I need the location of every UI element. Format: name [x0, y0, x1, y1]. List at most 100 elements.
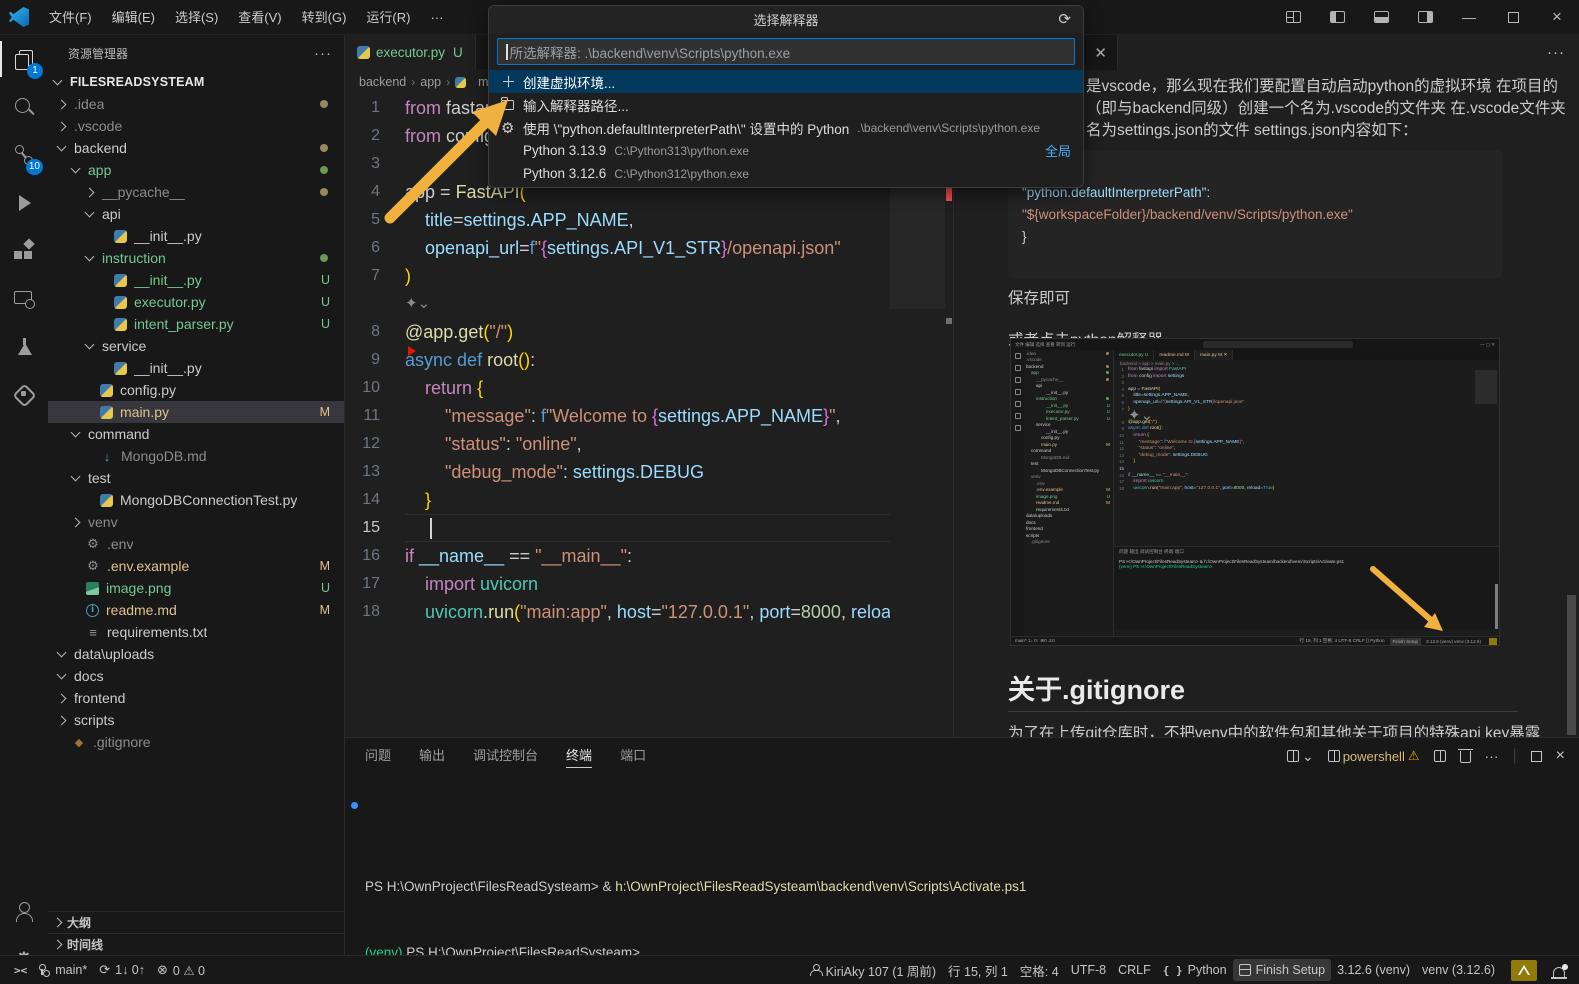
tree-item-executor-py[interactable]: executor.pyU	[48, 291, 344, 313]
tree-item-service[interactable]: service	[48, 335, 344, 357]
tab-executor-py[interactable]: executor.py U	[345, 35, 476, 70]
code-line[interactable]: 13 "debug_mode": settings.DEBUG	[345, 458, 890, 486]
tree-root[interactable]: FILESREADSYSTEAM	[48, 71, 344, 93]
code-line[interactable]: ✦⌄	[345, 290, 890, 318]
code-line[interactable]: 12 "status": "online",	[345, 430, 890, 458]
global-link[interactable]: 全局	[1045, 141, 1071, 160]
status-item-gold[interactable]	[1501, 959, 1547, 981]
activity-testing[interactable]	[0, 323, 48, 371]
quickpick-item[interactable]: ＋创建虚拟环境...	[489, 70, 1083, 93]
tree-item-mongodb-md[interactable]: ↓MongoDB.md	[48, 445, 344, 467]
status-item--4[interactable]: 空格: 4	[1014, 959, 1065, 981]
explorer-more-icon[interactable]: ···	[314, 45, 332, 62]
preview-scrollbar[interactable]	[1567, 595, 1576, 735]
interpreter-input[interactable]: 所选解释器: .\backend\venv\Scripts\python.exe	[497, 38, 1075, 65]
quickpick-item[interactable]: ⚙使用 \"python.defaultInterpreterPath\" 设置…	[489, 116, 1083, 139]
code-line[interactable]: 9async def root():	[345, 346, 890, 374]
quickpick-item[interactable]: 输入解释器路径...	[489, 93, 1083, 116]
tree-item--pycache-[interactable]: __pycache__	[48, 181, 344, 203]
launch-profile-button[interactable]: ⌄	[1287, 748, 1314, 765]
tree-item-mongodbconnectiontest-py[interactable]: MongoDBConnectionTest.py	[48, 489, 344, 511]
tree-item--env[interactable]: ⚙.env	[48, 533, 344, 555]
activity-source-control[interactable]: 10	[0, 131, 48, 179]
timeline-section[interactable]: 时间线	[48, 933, 344, 955]
menu-item[interactable]: 编辑(E)	[102, 0, 165, 35]
maximize-button[interactable]	[1491, 0, 1535, 35]
status-item-python[interactable]: { }Python	[1157, 959, 1233, 981]
layout-customize-button[interactable]	[1271, 0, 1315, 35]
tree-item-data-uploads[interactable]: data\uploads	[48, 643, 344, 665]
close-button[interactable]: ×	[1535, 0, 1579, 35]
status-item[interactable]: main*	[33, 959, 93, 981]
activity-extensions[interactable]	[0, 227, 48, 275]
status-item[interactable]: ⟳1↓ 0↑	[93, 959, 151, 981]
close-panel-button[interactable]: ×	[1556, 747, 1565, 765]
tree-item--init-py[interactable]: __init__.py	[48, 225, 344, 247]
activity-remote-explorer[interactable]	[0, 275, 48, 323]
menu-item[interactable]: 文件(F)	[39, 0, 102, 35]
tree-item-command[interactable]: command	[48, 423, 344, 445]
panel-tab-问题[interactable]: 问题	[365, 738, 391, 774]
tree-item-test[interactable]: test	[48, 467, 344, 489]
menu-item[interactable]: 运行(R)	[356, 0, 420, 35]
terminal-instance-item[interactable]: powershell⚠	[1328, 748, 1420, 764]
menu-item[interactable]: ···	[420, 0, 453, 35]
code-line[interactable]: 14 }	[345, 486, 890, 514]
code-line[interactable]: 17 import uvicorn	[345, 570, 890, 598]
tree-item-instruction[interactable]: instruction	[48, 247, 344, 269]
tree-item-image-png[interactable]: image.pngU	[48, 577, 344, 599]
split-terminal-button[interactable]	[1434, 750, 1446, 762]
quickpick-item[interactable]: Python 3.13.9C:\Python313\python.exe全局	[489, 139, 1083, 162]
status-item-kiriaky-107-1-[interactable]: KiriAky 107 (1 周前)	[804, 959, 942, 981]
menu-item[interactable]: 查看(V)	[228, 0, 291, 35]
tree-item--vscode[interactable]: .vscode	[48, 115, 344, 137]
tree-item--gitignore[interactable]: ◆.gitignore	[48, 731, 344, 753]
tree-item-main-py[interactable]: main.pyM	[48, 401, 344, 423]
copilot-sparkle-icon[interactable]: ✦⌄	[405, 290, 430, 318]
code-line[interactable]: 6 openapi_url=f"{settings.API_V1_STR}/op…	[345, 234, 890, 262]
tree-item-readme-md[interactable]: ireadme.mdM	[48, 599, 344, 621]
quickpick-item[interactable]: Python 3.12.6C:\Python312\python.exe	[489, 162, 1083, 185]
kill-terminal-button[interactable]	[1460, 749, 1471, 763]
editor-actions-more-icon[interactable]: ···	[1547, 44, 1579, 61]
refresh-icon[interactable]: ⟳	[1058, 10, 1071, 28]
status-item[interactable]: ⊗0 ⚠ 0	[151, 959, 211, 981]
toggle-secondary-sidebar-button[interactable]	[1403, 0, 1447, 35]
status-item[interactable]: ><	[8, 959, 33, 981]
activity-search[interactable]	[0, 83, 48, 131]
tree-item--idea[interactable]: .idea	[48, 93, 344, 115]
more-actions-icon[interactable]: ···	[1485, 748, 1499, 764]
close-icon[interactable]: ✕	[1094, 44, 1107, 62]
breadcrumb-item[interactable]: backend	[359, 75, 406, 89]
tree-item-frontend[interactable]: frontend	[48, 687, 344, 709]
minimize-button[interactable]: —	[1447, 0, 1491, 35]
status-item-crlf[interactable]: CRLF	[1112, 959, 1157, 981]
tree-item-venv[interactable]: venv	[48, 511, 344, 533]
panel-tab-调试控制台[interactable]: 调试控制台	[473, 738, 538, 774]
code-line[interactable]: 18 uvicorn.run("main:app", host="127.0.0…	[345, 598, 890, 626]
toggle-panel-button[interactable]	[1359, 0, 1403, 35]
panel-tab-端口[interactable]: 端口	[620, 738, 646, 774]
panel-tab-输出[interactable]: 输出	[419, 738, 445, 774]
tree-item-app[interactable]: app	[48, 159, 344, 181]
code-line[interactable]: 7)	[345, 262, 890, 290]
maximize-panel-button[interactable]	[1531, 751, 1542, 762]
tree-item-scripts[interactable]: scripts	[48, 709, 344, 731]
tree-item--env-example[interactable]: ⚙.env.exampleM	[48, 555, 344, 577]
toggle-sidebar-button[interactable]	[1315, 0, 1359, 35]
code-line[interactable]: 10 return {	[345, 374, 890, 402]
code-line[interactable]: 11 "message": f"Welcome to {settings.APP…	[345, 402, 890, 430]
tree-item-docs[interactable]: docs	[48, 665, 344, 687]
status-item--15-1[interactable]: 行 15, 列 1	[942, 959, 1014, 981]
tree-item-intent-parser-py[interactable]: intent_parser.pyU	[48, 313, 344, 335]
panel-tab-终端[interactable]: 终端	[566, 738, 592, 774]
code-line[interactable]: 16if __name__ == "__main__":	[345, 542, 890, 570]
menu-item[interactable]: 选择(S)	[165, 0, 228, 35]
menu-item[interactable]: 转到(G)	[292, 0, 357, 35]
tree-item--init-py[interactable]: __init__.pyU	[48, 269, 344, 291]
status-item-venv-3-12-6-[interactable]: venv (3.12.6)	[1416, 959, 1501, 981]
tree-item-backend[interactable]: backend	[48, 137, 344, 159]
tree-item-requirements-txt[interactable]: ≡requirements.txt	[48, 621, 344, 643]
status-item-bell[interactable]	[1547, 959, 1571, 981]
status-item-3-12-6-venv-[interactable]: 3.12.6 (venv)	[1331, 959, 1416, 981]
